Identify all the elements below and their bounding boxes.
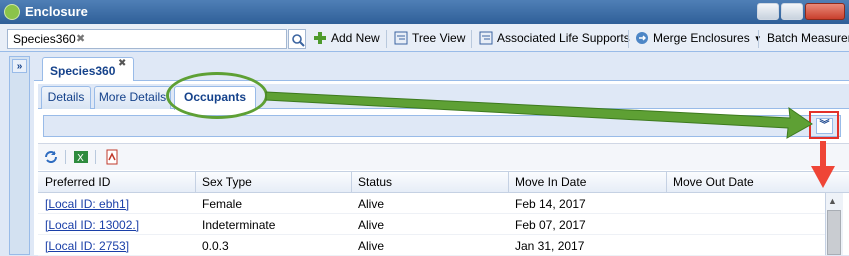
merge-enclosures-label: Merge Enclosures [653, 31, 750, 45]
batch-measure-label: Batch Measuren [767, 31, 849, 45]
enclosure-icon [4, 4, 20, 20]
move-in-date-cell: Jan 31, 2017 [515, 239, 585, 253]
scrollbar-thumb[interactable] [827, 210, 841, 255]
search-tag: Species360 [13, 32, 76, 46]
table-row[interactable] [38, 214, 825, 235]
preferred-id-link[interactable]: [Local ID: 13002.] [45, 218, 139, 232]
add-new-button[interactable]: Add New [313, 27, 380, 49]
toolbar-separator [65, 150, 66, 164]
toolbar-separator [386, 30, 387, 48]
status-cell: Alive [358, 197, 385, 211]
double-chevron-right-icon[interactable]: » [12, 59, 27, 73]
toolbar-separator [471, 30, 472, 48]
toolbar-separator [758, 30, 759, 48]
magnifier-icon[interactable] [288, 29, 306, 49]
move-in-date-cell: Feb 07, 2017 [515, 218, 586, 232]
tree-icon [394, 31, 408, 45]
sex-type-cell: Female [202, 197, 243, 211]
annotation-oval [166, 72, 268, 119]
batch-measure-button[interactable]: Batch Measuren [767, 27, 849, 49]
status-cell: Alive [358, 239, 385, 253]
window-title: Enclosure [25, 4, 88, 19]
scroll-up-icon[interactable]: ▲ [828, 196, 837, 206]
refresh-icon[interactable] [43, 149, 59, 165]
tree-view-button[interactable]: Tree View [394, 27, 465, 49]
left-collapsed-panel [9, 56, 30, 255]
column-separator[interactable] [195, 172, 196, 193]
column-header-move-out-date[interactable]: Move Out Date [673, 175, 754, 189]
maximize-button[interactable] [781, 3, 803, 20]
preferred-id-link[interactable]: [Local ID: ebh1] [45, 197, 129, 211]
tab-more-details[interactable]: More Details [94, 86, 171, 109]
close-button[interactable] [805, 3, 845, 20]
table-row[interactable] [38, 193, 825, 214]
column-separator[interactable] [351, 172, 352, 193]
sex-type-cell: 0.0.3 [202, 239, 229, 253]
table-row[interactable] [38, 235, 825, 256]
close-tab-icon[interactable]: ✖ [118, 58, 126, 69]
grid-toolbar [38, 143, 849, 170]
remove-tag-icon[interactable]: ✖ [76, 32, 85, 45]
column-separator[interactable] [508, 172, 509, 193]
toolbar-separator [95, 150, 96, 164]
excel-icon[interactable]: X [73, 149, 89, 165]
column-header-sex-type[interactable]: Sex Type [202, 175, 252, 189]
filter-panel [43, 115, 841, 137]
associated-life-supports-button[interactable]: Associated Life Supports [479, 27, 630, 49]
toolbar-separator [628, 30, 629, 48]
status-cell: Alive [358, 218, 385, 232]
add-new-label: Add New [331, 31, 380, 45]
plus-icon [313, 31, 327, 45]
preferred-id-link[interactable]: [Local ID: 2753] [45, 239, 129, 253]
merge-icon [635, 31, 649, 45]
merge-enclosures-button[interactable]: Merge Enclosures ▼ [635, 27, 762, 49]
tree-view-label: Tree View [412, 31, 466, 45]
highlight-box [809, 111, 839, 139]
column-separator[interactable] [666, 172, 667, 193]
column-header-status[interactable]: Status [358, 175, 392, 189]
sex-type-cell: Indeterminate [202, 218, 276, 232]
pdf-icon[interactable] [104, 149, 120, 165]
window-title-bar [0, 0, 849, 24]
associated-life-supports-label: Associated Life Supports [497, 31, 630, 45]
column-header-preferred-id[interactable]: Preferred ID [45, 175, 110, 189]
svg-text:X: X [77, 153, 84, 164]
tree-icon [479, 31, 493, 45]
minimize-button[interactable] [757, 3, 779, 20]
column-header-move-in-date[interactable]: Move In Date [515, 175, 586, 189]
move-in-date-cell: Feb 14, 2017 [515, 197, 586, 211]
tab-details[interactable]: Details [41, 86, 91, 109]
